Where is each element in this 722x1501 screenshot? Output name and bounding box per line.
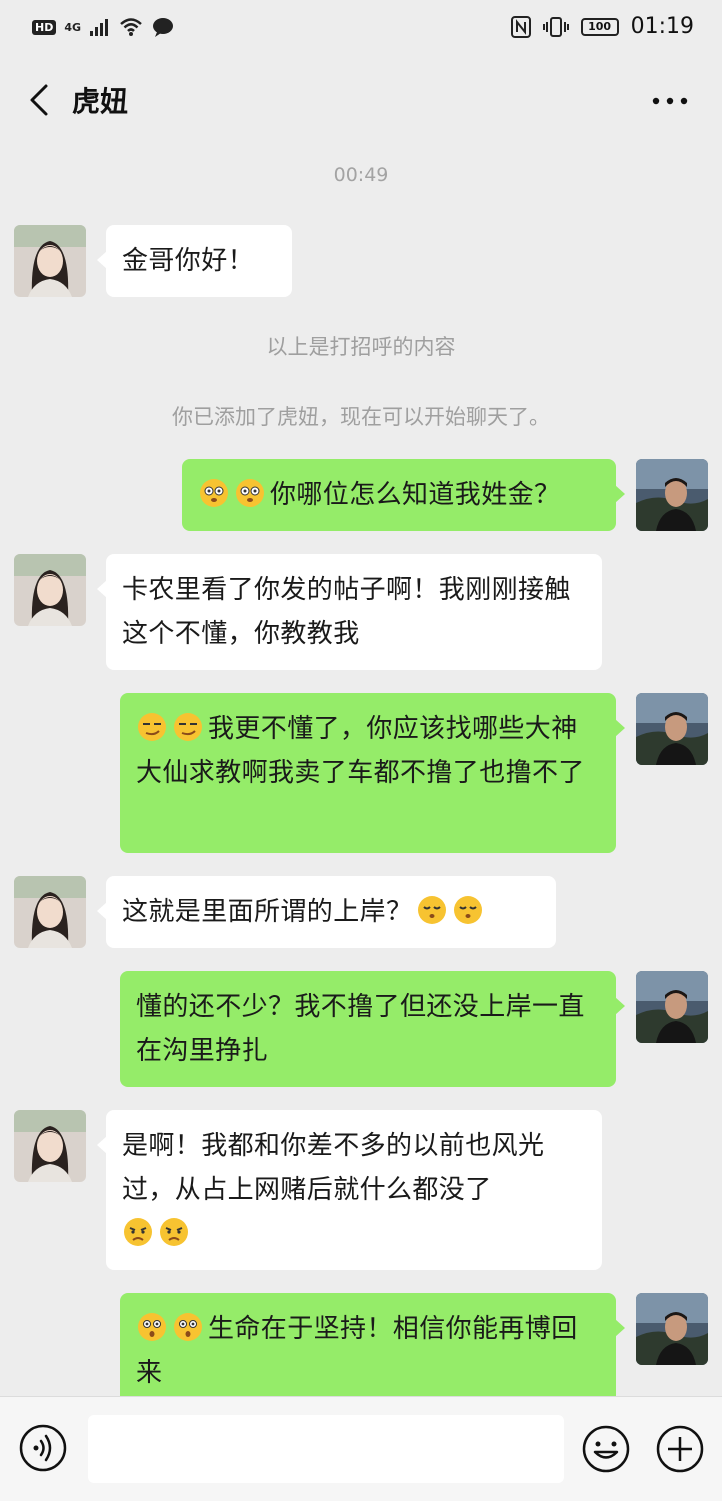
message-bubble[interactable]: 懂的还不少？我不撸了但还没上岸一直在沟里挣扎 — [120, 971, 625, 1087]
nfc-icon — [510, 15, 531, 38]
surprised-emoji — [174, 1313, 202, 1341]
dizzy-face-emoji — [200, 479, 228, 507]
message-text: 这就是里面所谓的上岸？ — [122, 897, 413, 927]
message-bubble[interactable]: 是啊！我都和你差不多的以前也风光过，从占上网赌后就什么都没了 — [97, 1110, 602, 1270]
back-arrow-icon[interactable] — [22, 80, 62, 120]
more-options-icon[interactable] — [650, 86, 690, 116]
message-text: 你哪位怎么知道我姓金？ — [270, 480, 561, 510]
emoji-icon[interactable] — [580, 1423, 632, 1475]
pensive-emoji — [418, 896, 447, 924]
message-list[interactable]: 00:49 金哥你好！ 以上是打招呼的内容 你已添加了虎妞，现在可以开始聊天了。… — [0, 144, 722, 1396]
message-text: 卡农里看了你发的帖子啊！我刚刚接触这个不懂，你教教我 — [122, 575, 571, 649]
status-time: 01:19 — [630, 14, 694, 39]
system-note: 你已添加了虎妞，现在可以开始聊天了。 — [172, 405, 550, 429]
dizzy-face-emoji — [236, 479, 264, 507]
smirk-emoji — [138, 713, 166, 741]
chat-title: 虎妞 — [72, 85, 129, 118]
plus-icon[interactable] — [654, 1423, 706, 1475]
wifi-icon — [120, 18, 142, 36]
self-avatar[interactable] — [636, 971, 708, 1043]
input-bar — [0, 1396, 722, 1501]
pensive-emoji — [454, 896, 483, 924]
message-bubble[interactable]: 你哪位怎么知道我姓金？ — [182, 459, 625, 531]
battery-indicator: 100 — [580, 17, 619, 36]
smirk-emoji — [174, 713, 202, 741]
self-avatar[interactable] — [636, 459, 708, 531]
contact-avatar[interactable] — [14, 554, 86, 626]
status-bar: HD 4G 100 01:19 — [0, 0, 722, 56]
surprised-emoji — [138, 1313, 166, 1341]
message-bubble[interactable]: 这就是里面所谓的上岸？ — [97, 876, 556, 948]
message-text: 懂的还不少？我不撸了但还没上岸一直在沟里挣扎 — [136, 992, 585, 1066]
contact-avatar[interactable] — [14, 1110, 86, 1182]
message-input[interactable] — [88, 1415, 564, 1483]
network-type: 4G — [64, 20, 82, 34]
self-avatar[interactable] — [636, 1293, 708, 1365]
signal-icon — [90, 19, 109, 36]
sad-emoji — [160, 1218, 188, 1246]
voice-input-icon[interactable] — [18, 1423, 68, 1473]
hd-icon: HD — [32, 19, 57, 35]
message-bubble[interactable]: 金哥你好！ — [97, 225, 292, 297]
message-text: 金哥你好！ — [122, 246, 255, 276]
message-text: 是啊！我都和你差不多的以前也风光过，从占上网赌后就什么都没了 — [122, 1131, 545, 1205]
vibrate-icon — [542, 16, 569, 37]
chat-header: 虎妞 — [0, 56, 722, 144]
message-bubble[interactable]: 卡农里看了你发的帖子啊！我刚刚接触这个不懂，你教教我 — [97, 554, 602, 670]
self-avatar[interactable] — [636, 693, 708, 765]
system-note: 以上是打招呼的内容 — [266, 335, 456, 359]
message-bubble[interactable]: 生命在于坚持！相信你能再博回来 — [120, 1293, 625, 1396]
message-notification-icon — [153, 18, 174, 37]
contact-avatar[interactable] — [14, 876, 86, 948]
message-bubble[interactable]: 我更不懂了，你应该找哪些大神大仙求教啊我卖了车都不撸了也撸不了 — [120, 693, 625, 853]
contact-avatar[interactable] — [14, 225, 86, 297]
sad-emoji — [124, 1218, 152, 1246]
message-timestamp: 00:49 — [333, 164, 389, 186]
